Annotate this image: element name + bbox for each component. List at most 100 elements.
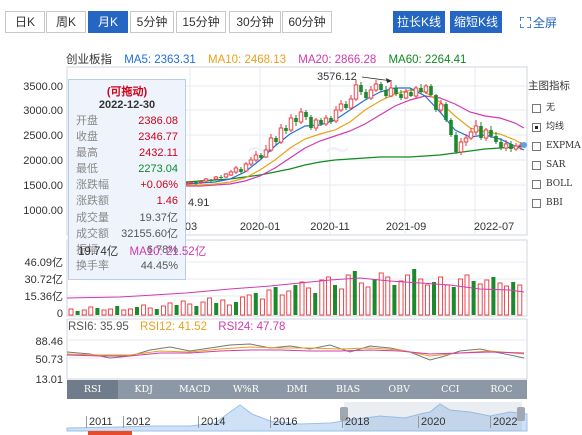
candle-body — [463, 137, 469, 143]
indicator-tab-rsi[interactable]: RSI — [67, 380, 119, 399]
rsi-y-tick: 50.73 — [35, 354, 63, 366]
volume-bar — [127, 308, 133, 316]
volume-bar — [299, 281, 305, 316]
volume-bar — [484, 279, 490, 316]
tooltip-row-value: 1.46 — [156, 195, 178, 208]
tooltip-row-value: 44.45% — [140, 259, 178, 272]
volume-value: 19.74亿 — [78, 246, 119, 258]
y-tick: 2500.00 — [23, 130, 63, 142]
volume-bar — [365, 286, 371, 316]
candle-body — [209, 180, 213, 181]
navigator-scroll-thumb[interactable] — [88, 431, 132, 435]
candle-body — [458, 141, 464, 153]
navigator-year: 2018 — [342, 416, 369, 428]
navigator-year: 2016 — [270, 416, 297, 428]
candle-body — [403, 91, 409, 99]
candle-body — [188, 181, 194, 184]
indicator-tab-bias[interactable]: BIAS — [323, 380, 374, 399]
x-tick: 2020-01 — [240, 221, 280, 233]
radio-box[interactable] — [532, 180, 541, 189]
main-indicator-option[interactable]: BBI — [532, 194, 582, 213]
indicator-tab-roc[interactable]: ROC — [476, 380, 527, 399]
radio-box[interactable] — [532, 199, 541, 208]
candle-body — [388, 87, 394, 97]
y-tick: 3500.00 — [23, 81, 63, 93]
y-tick: 3000.00 — [23, 105, 63, 117]
volume-bar — [286, 290, 292, 316]
main-indicator-option[interactable]: EXPMA — [532, 137, 582, 156]
tooltip-row-key: 成交额 — [76, 227, 109, 240]
volume-bar — [246, 294, 252, 316]
navigator-year: 2012 — [123, 416, 150, 428]
x-tick: 2020-11 — [310, 221, 350, 233]
candle-body — [344, 104, 348, 108]
volume-bar — [240, 296, 246, 316]
candle-body — [323, 117, 329, 125]
volume-bar — [491, 277, 496, 315]
main-indicator-option-label: SAR — [546, 160, 566, 170]
vol-y-tick: 30.72亿 — [24, 273, 63, 286]
main-indicator-option-label: 无 — [546, 103, 556, 113]
rsi6-label: RSI6: 35.95 — [68, 321, 129, 333]
main-indicator-option[interactable]: SAR — [532, 156, 582, 175]
vol-y-tick: 0 — [57, 308, 63, 320]
main-indicator-option[interactable]: 均线 — [532, 118, 582, 137]
navigator-right-handle[interactable] — [517, 407, 525, 421]
volume-bar — [432, 282, 436, 315]
candle-body — [278, 127, 284, 143]
volume-bar — [226, 304, 232, 316]
indicator-tab-dmi[interactable]: DMI — [271, 380, 322, 399]
tooltip-row-key: 涨跌幅 — [76, 179, 109, 192]
radio-box[interactable] — [532, 142, 541, 151]
navigator-year: 2011 — [86, 416, 113, 428]
volume-bar — [471, 281, 476, 315]
tooltip-row-value: 19.37亿 — [139, 211, 178, 224]
current-marker — [521, 142, 527, 148]
volume-bar — [438, 276, 444, 316]
candle-body — [479, 126, 483, 138]
candle-body — [233, 167, 239, 173]
volume-bar — [121, 309, 127, 316]
indicator-tab-macd[interactable]: MACD — [169, 380, 220, 399]
candle-body — [473, 125, 479, 133]
volume-bar — [418, 278, 424, 316]
candle-body — [384, 90, 388, 96]
tooltip-row: 涨跌额 1.46 — [69, 193, 185, 209]
max-annotation: 3576.12 — [317, 71, 357, 83]
tooltip-row-key: 最高 — [76, 147, 98, 160]
tooltip-row-key: 涨跌额 — [76, 195, 109, 208]
volume-ma-value: MA10: 21.52亿 — [129, 246, 207, 258]
indicator-tab-kdj[interactable]: KDJ — [118, 380, 169, 399]
volume-bar — [372, 279, 377, 315]
candle-body — [294, 118, 298, 122]
radio-box[interactable] — [532, 104, 541, 113]
navigator-year: 2022 — [490, 416, 517, 428]
indicator-tab-wr[interactable]: W%R — [220, 380, 271, 399]
candle-body — [368, 89, 374, 99]
candle-body — [364, 92, 368, 98]
tooltip-row-key: 最低 — [76, 163, 98, 176]
volume-bar — [147, 307, 153, 316]
indicator-tab-cci[interactable]: CCI — [425, 380, 476, 399]
candle-body — [219, 177, 223, 178]
volume-bar — [253, 293, 258, 315]
volume-bar — [424, 284, 430, 316]
volume-bar — [174, 305, 179, 315]
volume-bar — [180, 300, 186, 316]
y-tick: 1500.00 — [23, 180, 63, 192]
tooltip-row-value: 2386.08 — [138, 115, 178, 127]
main-indicator-option[interactable]: 无 — [532, 99, 582, 118]
candle-body — [468, 131, 474, 139]
tooltip-row-value: +0.06% — [140, 179, 178, 192]
candle-body — [353, 84, 359, 100]
volume-bar — [141, 304, 147, 316]
radio-box[interactable] — [532, 123, 541, 132]
indicator-tab-obv[interactable]: OBV — [374, 380, 425, 399]
candle-body — [399, 94, 403, 98]
volume-bar — [115, 306, 120, 315]
main-indicator-option[interactable]: BOLL — [532, 175, 582, 194]
candle-body — [434, 95, 438, 110]
tooltip-row-key: 成交量 — [76, 211, 109, 224]
radio-box[interactable] — [532, 161, 541, 170]
candle-body — [268, 137, 274, 151]
